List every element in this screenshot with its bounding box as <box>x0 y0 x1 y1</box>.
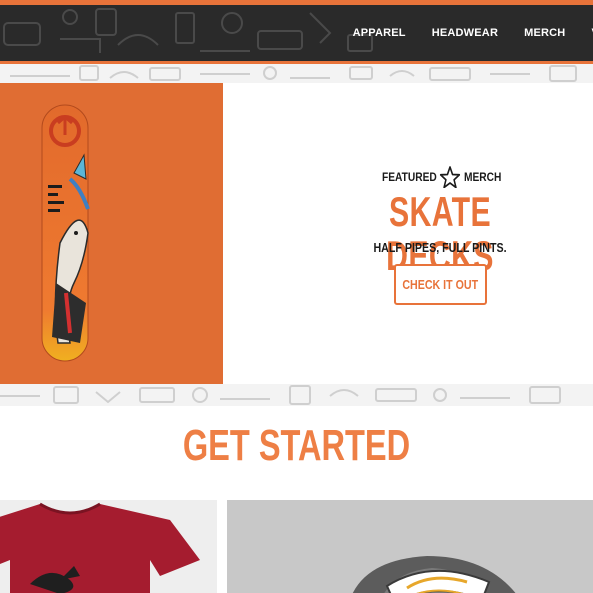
doodle-strip-top <box>0 64 593 83</box>
header-bar: APPAREL HEADWEAR MERCH V <box>0 5 593 61</box>
doodle-strip-bottom <box>0 384 593 406</box>
star-icon <box>440 166 461 188</box>
nav-item-merch[interactable]: MERCH <box>524 27 565 39</box>
main-nav: APPAREL HEADWEAR MERCH V <box>353 5 593 61</box>
featured-left-text: FEATURED <box>382 170 437 184</box>
nav-item-headwear[interactable]: HEADWEAR <box>432 27 498 39</box>
skateboard-deck-image[interactable] <box>40 103 90 363</box>
headwear-card[interactable] <box>227 500 593 593</box>
hero-image-panel <box>0 83 223 384</box>
nav-item-apparel[interactable]: APPAREL <box>353 27 406 39</box>
check-it-out-button[interactable]: CHECK IT OUT <box>394 264 487 305</box>
apparel-card[interactable] <box>0 500 217 593</box>
hero-subtitle: HALF PIPES, FULL PINTS. <box>373 240 507 255</box>
get-started-heading: GET STARTED <box>182 421 411 470</box>
cta-label: CHECK IT OUT <box>402 277 479 292</box>
featured-right-text: MERCH <box>463 170 502 184</box>
trucker-hat-image <box>352 556 516 593</box>
t-shirt-image <box>0 502 200 593</box>
featured-label: FEATURED MERCH <box>382 166 501 188</box>
